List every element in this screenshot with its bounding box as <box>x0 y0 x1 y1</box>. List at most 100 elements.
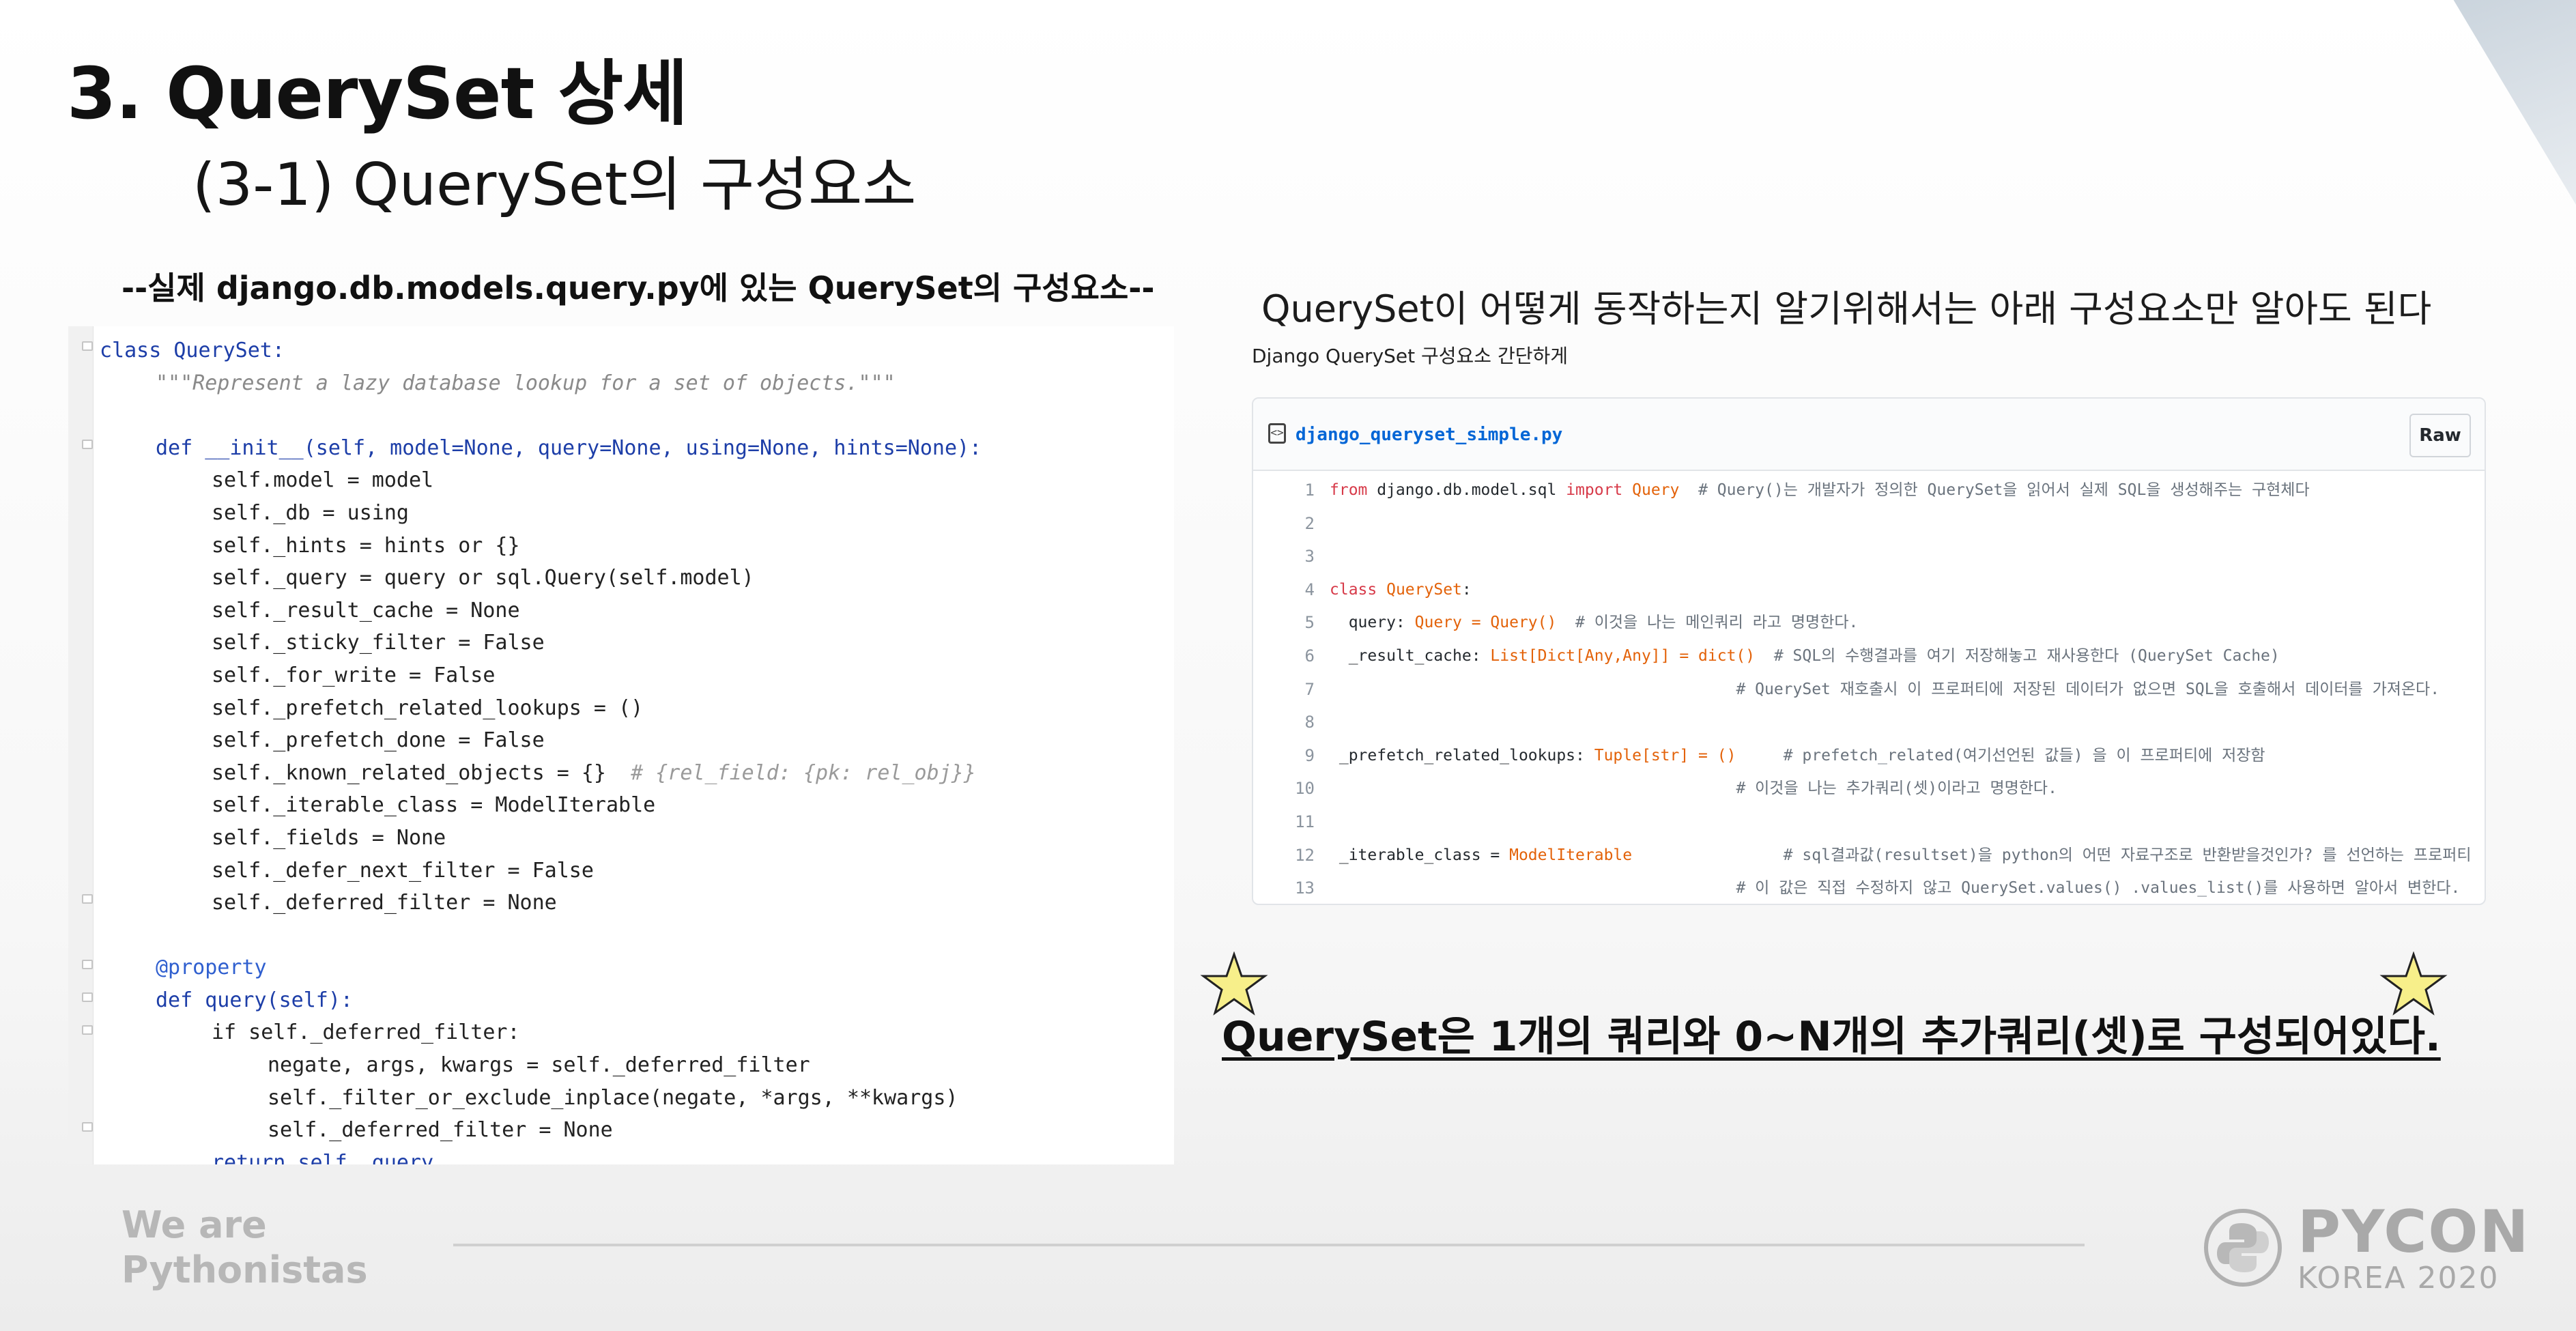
summary-statement: QuerySet은 1개의 쿼리와 0~N개의 추가쿼리(셋)로 구성되어있다. <box>1222 1013 2441 1061</box>
tagline-line: Pythonistas <box>121 1248 368 1291</box>
line-number: 13 <box>1295 878 1315 898</box>
code-text: if self._deferred_filter: <box>212 1020 520 1045</box>
code-text: self._fields = None <box>212 825 446 850</box>
code-line: self._prefetch_related_lookups = () <box>100 692 1174 725</box>
code-line: self._query = query or sql.Query(self.mo… <box>100 562 1174 595</box>
gist-line: 10 # 이것을 나는 추가쿼리(셋)이라고 명명한다. <box>1253 772 2485 805</box>
code-line: self._iterable_class = ModelIterable <box>100 789 1174 822</box>
code-text: class QuerySet: <box>100 339 285 362</box>
code-line: def query(self): <box>100 984 1174 1017</box>
right-heading: QuerySet이 어떻게 동작하는지 알기위해서는 아래 구성요소만 알아도 … <box>1261 287 2432 330</box>
code-line: self._db = using <box>100 497 1174 530</box>
gist-code-text: # 이것을 나는 추가쿼리(셋)이라고 명명한다. <box>1736 779 2057 798</box>
code-text: """Represent a lazy database lookup for … <box>156 371 896 395</box>
code-line: class QuerySet: <box>100 334 1174 367</box>
gist-code-text: _result_cache: List[Dict[Any,Any]] = dic… <box>1330 646 2280 665</box>
code-line: self._prefetch_done = False <box>100 724 1174 757</box>
gist-description: Django QuerySet 구성요소 간단하게 <box>1252 345 1569 367</box>
code-line: if self._deferred_filter: <box>100 1016 1174 1049</box>
gist-code-text: # QuerySet 재호출시 이 프로퍼티에 저장된 데이터가 없으면 SQL… <box>1736 680 2440 698</box>
code-line: self._fields = None <box>100 822 1174 855</box>
code-line: self._filter_or_exclude_inplace(negate, … <box>100 1082 1174 1115</box>
fold-marker-icon[interactable] <box>82 1025 93 1035</box>
code-line: """Represent a lazy database lookup for … <box>100 367 1174 400</box>
code-text: self._db = using <box>212 500 409 525</box>
code-text: self.model = model <box>212 468 434 493</box>
code-text: self._deferred_filter = None <box>268 1118 613 1143</box>
line-number: 7 <box>1304 679 1315 699</box>
code-text: def query(self): <box>156 988 353 1012</box>
line-number: 10 <box>1295 779 1315 799</box>
gist-line: 11 <box>1253 805 2485 839</box>
gist-code-box: <> django_queryset_simple.py Raw 1 from … <box>1252 397 2486 905</box>
gist-code-text: from django.db.model.sql import Query # … <box>1330 481 2310 499</box>
footer-tagline: We are Pythonistas <box>121 1203 368 1293</box>
code-lines: class QuerySet: """Represent a lazy data… <box>100 334 1174 1164</box>
raw-button[interactable]: Raw <box>2409 414 2471 457</box>
code-line: self._known_related_objects = {} # {rel_… <box>100 757 1174 790</box>
gist-line: 8 <box>1253 706 2485 739</box>
fold-marker-icon[interactable] <box>82 341 93 351</box>
code-text: self._sticky_filter = False <box>212 631 545 655</box>
python-logo-icon <box>2204 1209 2282 1287</box>
corner-decoration <box>2453 0 2576 205</box>
gist-code-text: _prefetch_related_lookups: Tuple[str] = … <box>1330 746 2265 764</box>
gist-line: 13 # 이 값은 직접 수정하지 않고 QuerySet.values() .… <box>1253 872 2485 904</box>
fold-marker-icon[interactable] <box>82 992 93 1002</box>
code-text: return self._query <box>212 1150 434 1164</box>
code-line: self._hints = hints or {} <box>100 530 1174 562</box>
gist-line: 12 _iterable_class = ModelIterable # sql… <box>1253 839 2485 872</box>
line-number: 6 <box>1304 646 1315 666</box>
line-number: 1 <box>1304 481 1315 500</box>
code-text: self._defer_next_filter = False <box>212 858 594 883</box>
slide-title: 3. QuerySet 상세 <box>67 52 688 135</box>
line-number: 9 <box>1304 745 1315 765</box>
code-line: self._defer_next_filter = False <box>100 855 1174 887</box>
code-text: self._known_related_objects = {} <box>212 760 606 785</box>
gist-header: <> django_queryset_simple.py Raw <box>1253 399 2485 471</box>
source-code-panel: class QuerySet: """Represent a lazy data… <box>68 326 1174 1164</box>
pycon-wordmark: PYCON <box>2298 1198 2530 1266</box>
code-line: negate, args, kwargs = self._deferred_fi… <box>100 1049 1174 1082</box>
gist-line: 4 class QuerySet: <box>1253 573 2485 607</box>
gist-line: 1 from django.db.model.sql import Query … <box>1253 474 2485 507</box>
code-line: self._deferred_filter = None <box>100 1114 1174 1147</box>
tagline-line: We are <box>121 1203 267 1246</box>
gist-line: 5 query: Query = Query() # 이것을 나는 메인쿼리 라… <box>1253 606 2485 640</box>
pycon-edition: KOREA 2020 <box>2298 1261 2500 1296</box>
fold-marker-icon[interactable] <box>82 440 93 449</box>
gist-code-text: class QuerySet: <box>1330 580 1472 599</box>
gist-filename-link[interactable]: django_queryset_simple.py <box>1296 425 1562 445</box>
code-text: self._prefetch_related_lookups = () <box>212 696 644 720</box>
code-text: self._hints = hints or {} <box>212 533 520 558</box>
code-line: self._result_cache = None <box>100 595 1174 627</box>
code-text: self._query = query or sql.Query(self.mo… <box>212 566 754 590</box>
code-line: self._deferred_filter = None <box>100 887 1174 919</box>
code-line: self.model = model <box>100 464 1174 497</box>
gist-line: 2 <box>1253 507 2485 541</box>
fold-marker-icon[interactable] <box>82 894 93 904</box>
gist-line: 9 _prefetch_related_lookups: Tuple[str] … <box>1253 739 2485 773</box>
code-gutter <box>68 326 94 1164</box>
code-line: self._for_write = False <box>100 659 1174 692</box>
line-number: 12 <box>1295 845 1315 865</box>
slide-subtitle: (3-1) QuerySet의 구성요소 <box>192 151 917 219</box>
gist-code-text: _iterable_class = ModelIterable # sql결과값… <box>1330 846 2472 864</box>
code-text: def __init__(self, model=None, query=Non… <box>156 435 982 460</box>
gist-line: 3 <box>1253 540 2485 573</box>
code-line: self._sticky_filter = False <box>100 627 1174 659</box>
line-number: 2 <box>1304 513 1315 533</box>
code-text: negate, args, kwargs = self._deferred_fi… <box>268 1053 810 1078</box>
gist-code-lines: 1 from django.db.model.sql import Query … <box>1253 474 2485 904</box>
line-number: 11 <box>1295 812 1315 831</box>
line-number: 8 <box>1304 713 1315 732</box>
code-text: self._prefetch_done = False <box>212 728 545 753</box>
footer-divider <box>453 1244 2085 1246</box>
gist-line: 6 _result_cache: List[Dict[Any,Any]] = d… <box>1253 640 2485 673</box>
fold-marker-icon[interactable] <box>82 960 93 969</box>
left-code-heading: --실제 django.db.models.query.py에 있는 Query… <box>121 270 1155 306</box>
code-line: @property <box>100 951 1174 984</box>
code-comment: # {rel_field: {pk: rel_obj}} <box>631 760 976 785</box>
fold-marker-icon[interactable] <box>82 1122 93 1132</box>
